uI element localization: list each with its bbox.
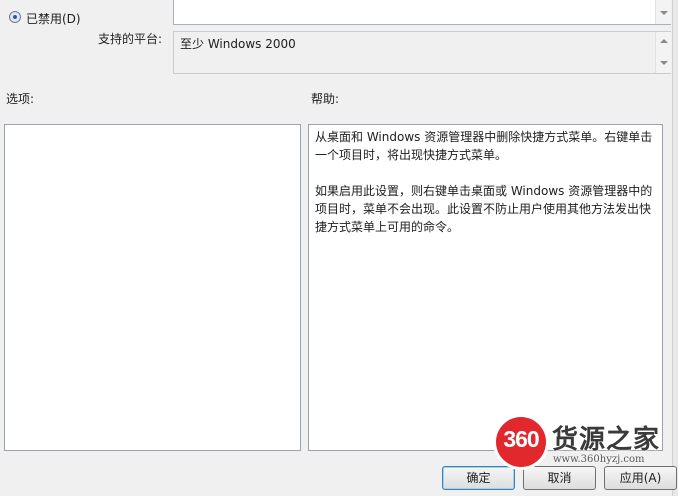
comment-scrollbar[interactable]: [655, 0, 671, 24]
disabled-radio-label[interactable]: 已禁用(D): [26, 10, 81, 27]
help-paragraph-2: 如果启用此设置，则右键单击桌面或 Windows 资源管理器中的项目时，菜单不会…: [315, 184, 653, 234]
help-paragraph-1: 从桌面和 Windows 资源管理器中删除快捷方式菜单。右键单击一个项目时，将出…: [315, 130, 653, 162]
scroll-down-arrow-icon[interactable]: [660, 11, 668, 15]
platform-scrollbar[interactable]: [655, 32, 671, 73]
apply-button[interactable]: 应用(A): [604, 466, 677, 490]
help-panel: 从桌面和 Windows 资源管理器中删除快捷方式菜单。右键单击一个项目时，将出…: [308, 124, 663, 451]
help-label: 帮助:: [311, 92, 340, 106]
cancel-button[interactable]: 取消: [523, 466, 596, 490]
platform-field: 至少 Windows 2000: [173, 31, 671, 74]
scroll-down-arrow-icon[interactable]: [660, 61, 668, 65]
platform-label: 支持的平台:: [98, 32, 163, 46]
disabled-radio[interactable]: [9, 11, 21, 23]
platform-value: 至少 Windows 2000: [180, 37, 296, 51]
options-label: 选项:: [6, 92, 35, 106]
scroll-up-arrow-icon[interactable]: [660, 39, 668, 43]
options-panel: [4, 124, 301, 451]
radio-selected-dot: [13, 15, 17, 19]
watermark-url: www.360hyzj.com: [553, 454, 645, 465]
watermark-badge-text: 360: [503, 426, 539, 452]
comment-textbox[interactable]: [173, 0, 671, 25]
ok-button[interactable]: 确定: [442, 466, 515, 490]
watermark-logo: 360 货源之家 www.360hyzj.com: [496, 417, 678, 469]
watermark-title: 货源之家: [552, 425, 661, 455]
watermark-badge: 360: [496, 417, 546, 467]
